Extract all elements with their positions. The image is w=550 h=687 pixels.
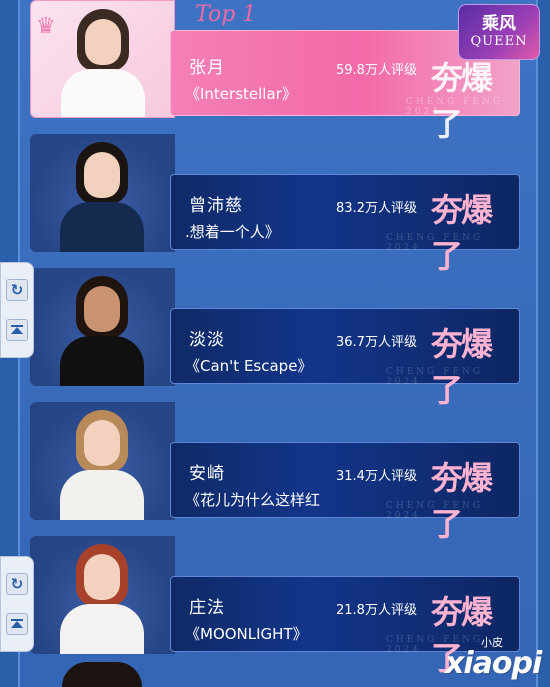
vote-count: 59.8万人评级 <box>336 63 417 78</box>
contestant-portrait <box>52 276 152 386</box>
watermark: CHENG FENG 2024 <box>386 233 484 253</box>
contestant-name: 安崎 <box>189 464 225 484</box>
watermark: CHENG FENG 2024 <box>386 367 484 387</box>
contestant-photo <box>30 536 175 654</box>
rating-label: 夯爆了 <box>431 325 493 409</box>
ranking-card-4[interactable]: 安崎 《花儿为什么这样红 31.4万人评级 夯爆了 CHENG FENG 202… <box>30 402 520 543</box>
song-title: 《Interstellar》 <box>185 85 297 103</box>
site-logo: 小皮 xiaopi <box>445 630 550 687</box>
rating-label: 夯爆了 <box>431 191 493 275</box>
refresh-button[interactable]: ↻ <box>6 573 28 595</box>
vote-count: 31.4万人评级 <box>336 469 417 484</box>
contestant-panel: 淡淡 《Can't Escape》 36.7万人评级 夯爆了 CHENG FEN… <box>170 308 520 409</box>
refresh-button[interactable]: ↻ <box>6 279 28 301</box>
watermark: CHENG FENG 2024 <box>406 97 504 117</box>
arrow-up-icon <box>11 619 23 628</box>
refresh-icon: ↻ <box>10 281 24 299</box>
song-title: 《Can't Escape》 <box>185 357 313 375</box>
show-logo-badge: 乘风 QUEEN <box>458 4 540 60</box>
contestant-photo <box>30 402 175 520</box>
contestant-name: 庄法 <box>189 598 225 618</box>
next-contestant-peek <box>62 662 142 687</box>
contestant-portrait <box>52 544 152 654</box>
rating-label: 夯爆了 <box>431 459 493 543</box>
contestant-portrait <box>52 410 152 520</box>
song-title: 《MOONLIGHT》 <box>185 625 308 643</box>
contestant-name: 淡淡 <box>189 330 225 350</box>
contestant-name: 曾沛慈 <box>189 196 243 216</box>
arrow-up-icon <box>11 325 23 334</box>
contestant-photo <box>30 268 175 386</box>
back-to-top-button[interactable] <box>6 319 28 341</box>
badge-cn: 乘风 <box>482 14 516 34</box>
contestant-panel: 曾沛慈 .想着一个人》 83.2万人评级 夯爆了 CHENG FENG 2024 <box>170 174 520 275</box>
vote-count: 83.2万人评级 <box>336 201 417 216</box>
contestant-portrait <box>52 142 152 252</box>
ranking-card-1[interactable]: ♛ Top 1 张月 《Interstellar》 59.8万人评级 夯爆了 C… <box>30 0 520 143</box>
refresh-icon: ↻ <box>10 575 24 593</box>
contestant-name: 张月 <box>189 58 225 78</box>
ranking-card-2[interactable]: 曾沛慈 .想着一个人》 83.2万人评级 夯爆了 CHENG FENG 2024 <box>30 134 520 275</box>
logo-big-text: xiaopi <box>445 646 542 681</box>
song-title: .想着一个人》 <box>185 223 280 241</box>
back-to-top-button[interactable] <box>6 613 28 635</box>
contestant-panel: 安崎 《花儿为什么这样红 31.4万人评级 夯爆了 CHENG FENG 202… <box>170 442 520 543</box>
contestant-photo <box>30 134 175 252</box>
crown-icon: ♛ <box>36 14 56 39</box>
watermark: CHENG FENG 2024 <box>386 501 484 521</box>
top-tag: Top 1 <box>195 2 257 27</box>
side-toolbar-lower: ↻ <box>0 556 34 652</box>
contestant-portrait <box>53 9 153 117</box>
side-toolbar-upper: ↻ <box>0 262 34 358</box>
badge-en: QUEEN <box>470 34 528 49</box>
ranking-card-3[interactable]: 淡淡 《Can't Escape》 36.7万人评级 夯爆了 CHENG FEN… <box>30 268 520 409</box>
vote-count: 21.8万人评级 <box>336 603 417 618</box>
song-title: 《花儿为什么这样红 <box>185 491 321 509</box>
vote-count: 36.7万人评级 <box>336 335 417 350</box>
